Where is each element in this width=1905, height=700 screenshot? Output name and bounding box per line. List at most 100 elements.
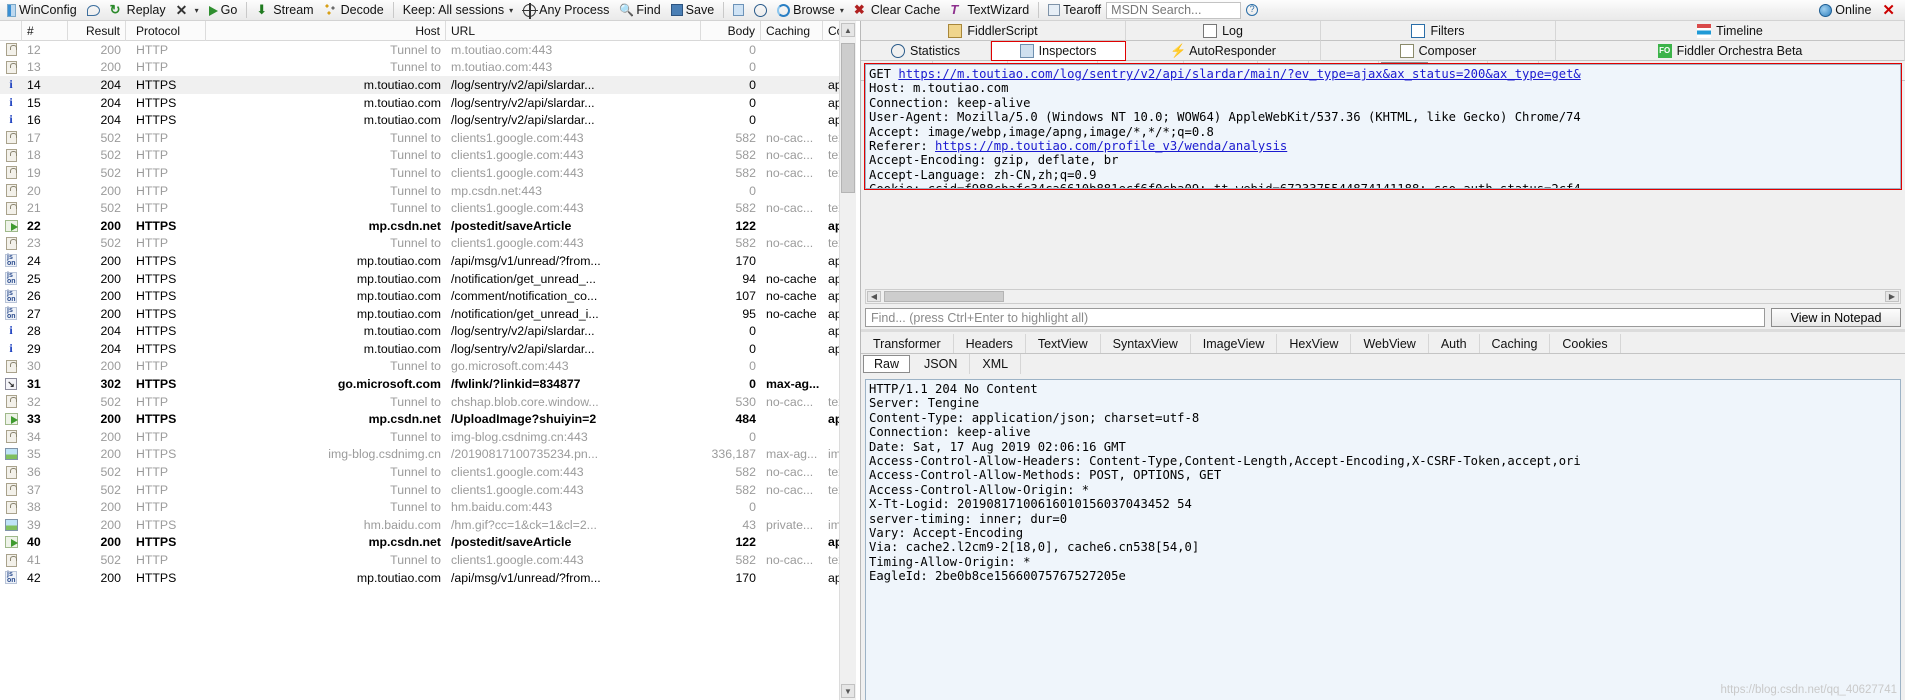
table-row[interactable]: i 14 204 HTTPS m.toutiao.com/log/sentry/v2/a… [0,76,856,94]
response-tab-imageview[interactable]: ImageView [1191,334,1278,353]
tab-autoresponder[interactable]: ⚡ AutoResponder [1126,41,1321,61]
table-row[interactable]: 40 200 HTTPS mp.csdn.net/postedit/saveArtic… [0,534,856,552]
session-icon: js on [0,305,22,323]
tab-fiddler-orchestra[interactable]: FO Fiddler Orchestra Beta [1556,41,1905,61]
toolbar-replay-button[interactable]: ↻ Replay [105,1,171,20]
table-row[interactable]: 33 200 HTTPS mp.csdn.net/UploadImage?shuiyi… [0,410,856,428]
toolbar-decode-button[interactable]: Decode [319,1,389,20]
session-list[interactable]: # Result Protocol Host URL Body Caching … [0,21,856,700]
response-subtab-raw[interactable]: Raw [863,355,911,373]
scroll-left-icon[interactable]: ◀ [867,291,881,302]
toolbar-textwizard-button[interactable]: T TextWizard [945,1,1034,20]
close-icon[interactable]: ✕ [1876,1,1901,19]
table-row[interactable]: 34 200 HTTP Tunnel to img-blog.csdnimg.cn:44… [0,428,856,446]
table-row[interactable]: 36 502 HTTP Tunnel to clients1.google.com:44… [0,463,856,481]
table-row[interactable]: ↘ 31 302 HTTPS go.microsoft.com/fwlink/?link… [0,375,856,393]
column-header-host[interactable]: Host [206,21,446,41]
response-tab-transformer[interactable]: Transformer [861,334,954,353]
column-header-body[interactable]: Body [701,21,761,41]
tab-timeline[interactable]: Timeline [1556,21,1905,41]
table-row[interactable]: 18 502 HTTP Tunnel to clients1.google.com:44… [0,147,856,165]
toolbar-remove-button[interactable]: ✕ ▾ [171,1,204,20]
response-subtab-xml[interactable]: XML [970,354,1022,374]
find-input[interactable]: Find... (press Ctrl+Enter to highlight a… [865,308,1765,327]
table-row[interactable]: js on 24 200 HTTPS mp.toutiao.com/api/msg/v1/… [0,252,856,270]
table-row[interactable]: 41 502 HTTP Tunnel to clients1.google.com:44… [0,551,856,569]
column-header-url[interactable]: URL [446,21,701,41]
request-url-link[interactable]: https://m.toutiao.com/log/sentry/v2/api/… [898,67,1580,81]
session-list-scrollbar[interactable]: ▲ ▼ [839,21,856,700]
request-referer-link[interactable]: https://mp.toutiao.com/profile_v3/wenda/… [935,139,1287,153]
table-row[interactable]: 32 502 HTTP Tunnel to chshap.blob.core.windo… [0,393,856,411]
request-raw-view[interactable]: GET https://m.toutiao.com/log/sentry/v2/… [864,63,1902,190]
column-header-result[interactable]: Result [68,21,126,41]
response-tab-hexview[interactable]: HexView [1277,334,1352,353]
table-row[interactable]: 30200HTTPTunnel togo.microsoft.com:4430c… [0,358,856,376]
scroll-down-icon[interactable]: ▼ [841,684,855,698]
response-tab-textview[interactable]: TextView [1026,334,1101,353]
toolbar-browse-button[interactable]: Browse ▾ [772,1,849,20]
toolbar-winconfig-button[interactable]: WinConfig [2,1,82,20]
toolbar-comment-button[interactable] [82,1,105,20]
response-tab-webview[interactable]: WebView [1351,334,1429,353]
table-row[interactable]: js on 42 200 HTTPS mp.toutiao.com/api/msg/v1/… [0,569,856,587]
response-tab-caching[interactable]: Caching [1480,334,1551,353]
tab-log[interactable]: Log [1126,21,1321,41]
table-row[interactable]: 37 502 HTTP Tunnel to clients1.google.com:44… [0,481,856,499]
table-row[interactable]: js on 25 200 HTTPS mp.toutiao.com/notificatio… [0,270,856,288]
toolbar-go-button[interactable]: Go [204,1,243,20]
toolbar-copy-button[interactable] [728,1,749,20]
toolbar-online-button[interactable]: Online [1814,1,1876,20]
column-header-number[interactable]: # [22,21,68,41]
toolbar-clear-cache-button[interactable]: ✖ Clear Cache [849,1,945,20]
toolbar-stream-button[interactable]: ⬇ Stream [251,1,318,20]
response-tab-headers[interactable]: Headers [954,334,1026,353]
request-horizontal-scrollbar[interactable]: ◀ ▶ [865,289,1901,304]
toolbar-keep-sessions-dropdown[interactable]: Keep: All sessions ▾ [398,1,518,20]
table-row[interactable]: js on 26 200 HTTPS mp.toutiao.com/comment/not… [0,287,856,305]
scrollbar-thumb[interactable] [841,43,855,193]
toolbar-help-button[interactable]: ? [1241,1,1263,20]
table-row[interactable]: i 28 204 HTTPS m.toutiao.com/log/sentry/v2/a… [0,323,856,341]
scrollbar-thumb[interactable] [884,291,1004,302]
session-host: m.toutiao.com [363,77,441,92]
table-row[interactable]: i 15 204 HTTPS m.toutiao.com/log/sentry/v2/a… [0,94,856,112]
table-row[interactable]: 19 502 HTTP Tunnel to clients1.google.com:44… [0,164,856,182]
scroll-right-icon[interactable]: ▶ [1885,291,1899,302]
table-row[interactable]: js on 27 200 HTTPS mp.toutiao.com/notificatio… [0,305,856,323]
msdn-search-input[interactable]: MSDN Search... [1106,1,1242,19]
table-row[interactable]: 20200HTTPTunnel tomp.csdn.net:4430chrome… [0,182,856,200]
toolbar-save-button[interactable]: Save [666,1,720,20]
table-row[interactable]: 12200HTTPTunnel tom.toutiao.com:4430chro… [0,41,856,59]
toolbar-any-process-button[interactable]: Any Process [518,1,614,20]
tab-statistics[interactable]: Statistics [861,41,991,61]
column-header-caching[interactable]: Caching [761,21,823,41]
toolbar-tearoff-button[interactable]: Tearoff [1043,1,1106,20]
scroll-up-icon[interactable]: ▲ [841,23,855,37]
column-header-protocol[interactable]: Protocol [126,21,206,41]
table-row[interactable]: 21 502 HTTP Tunnel to clients1.google.com:44… [0,199,856,217]
table-row[interactable]: 35 200 HTTPS img-blog.csdnimg.cn/2019081710… [0,446,856,464]
toolbar-clock-button[interactable] [749,1,772,20]
tab-inspectors[interactable]: Inspectors [991,41,1126,61]
session-url: /api/msg/v1/unread/?from... [451,570,601,585]
response-tab-cookies[interactable]: Cookies [1550,334,1621,353]
tab-filters[interactable]: Filters [1321,21,1556,41]
response-raw-view[interactable]: HTTP/1.1 204 No Content Server: Tengine … [865,379,1901,700]
table-row[interactable]: 23 502 HTTP Tunnel to clients1.google.com:44… [0,235,856,253]
toolbar-find-button[interactable]: 🔍 Find [614,1,665,20]
table-row[interactable]: i 29 204 HTTPS m.toutiao.com/log/sentry/v2/a… [0,340,856,358]
table-row[interactable]: 13200HTTPTunnel tom.toutiao.com:4430chro… [0,59,856,77]
table-row[interactable]: 22 200 HTTPS mp.csdn.net/postedit/saveArtic… [0,217,856,235]
view-in-notepad-button[interactable]: View in Notepad [1771,308,1901,327]
table-row[interactable]: 38200HTTPTunnel tohm.baidu.com:4430chrom… [0,498,856,516]
table-row[interactable]: i 16 204 HTTPS m.toutiao.com/log/sentry/v2/a… [0,111,856,129]
tab-fiddlerscript[interactable]: FiddlerScript [861,21,1126,41]
panel-splitter[interactable] [861,329,1905,332]
response-tab-auth[interactable]: Auth [1429,334,1480,353]
response-tab-syntaxview[interactable]: SyntaxView [1101,334,1191,353]
table-row[interactable]: 17 502 HTTP Tunnel to clients1.google.com:44… [0,129,856,147]
tab-composer[interactable]: Composer [1321,41,1556,61]
table-row[interactable]: 39 200 HTTPS hm.baidu.com/hm.gif?cc=1&ck=1&… [0,516,856,534]
response-subtab-json[interactable]: JSON [912,354,971,374]
